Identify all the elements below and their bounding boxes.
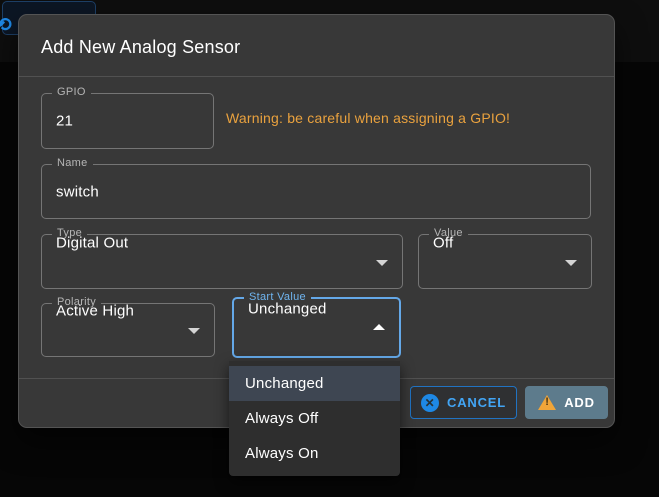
menu-item-always-off[interactable]: Always Off	[229, 401, 400, 436]
dialog-title: Add New Analog Sensor	[41, 37, 240, 58]
type-selected-value: Digital Out	[56, 234, 376, 289]
refresh-icon[interactable]: ⟳	[0, 14, 12, 37]
start-value-select[interactable]: Start Value Unchanged	[232, 297, 401, 358]
chevron-down-icon	[188, 328, 200, 334]
name-field[interactable]: Name	[41, 164, 591, 219]
warning-triangle-icon	[538, 395, 556, 410]
menu-item-always-on[interactable]: Always On	[229, 436, 400, 471]
value-select[interactable]: Value Off	[418, 234, 592, 289]
add-button-label: ADD	[564, 395, 595, 410]
chevron-down-icon	[565, 260, 577, 266]
add-button[interactable]: ADD	[525, 386, 608, 419]
name-input[interactable]	[56, 164, 564, 219]
chevron-up-icon	[373, 324, 385, 330]
menu-item-unchanged[interactable]: Unchanged	[229, 366, 400, 401]
gpio-warning-text: Warning: be careful when assigning a GPI…	[226, 110, 510, 126]
gpio-input[interactable]	[56, 94, 187, 149]
start-value-selected-value: Unchanged	[248, 300, 373, 355]
cancel-button-label: CANCEL	[447, 395, 506, 410]
title-divider	[19, 76, 614, 77]
chevron-down-icon	[376, 260, 388, 266]
gpio-field[interactable]: GPIO	[41, 93, 214, 149]
cancel-button[interactable]: ✕ CANCEL	[410, 386, 517, 419]
polarity-select[interactable]: Polarity Active High	[41, 303, 215, 357]
value-selected-value: Off	[433, 234, 565, 289]
cancel-circle-x-icon: ✕	[421, 394, 439, 412]
type-select[interactable]: Type Digital Out	[41, 234, 403, 289]
start-value-dropdown-menu: Unchanged Always Off Always On	[229, 361, 400, 476]
polarity-selected-value: Active High	[56, 303, 188, 358]
